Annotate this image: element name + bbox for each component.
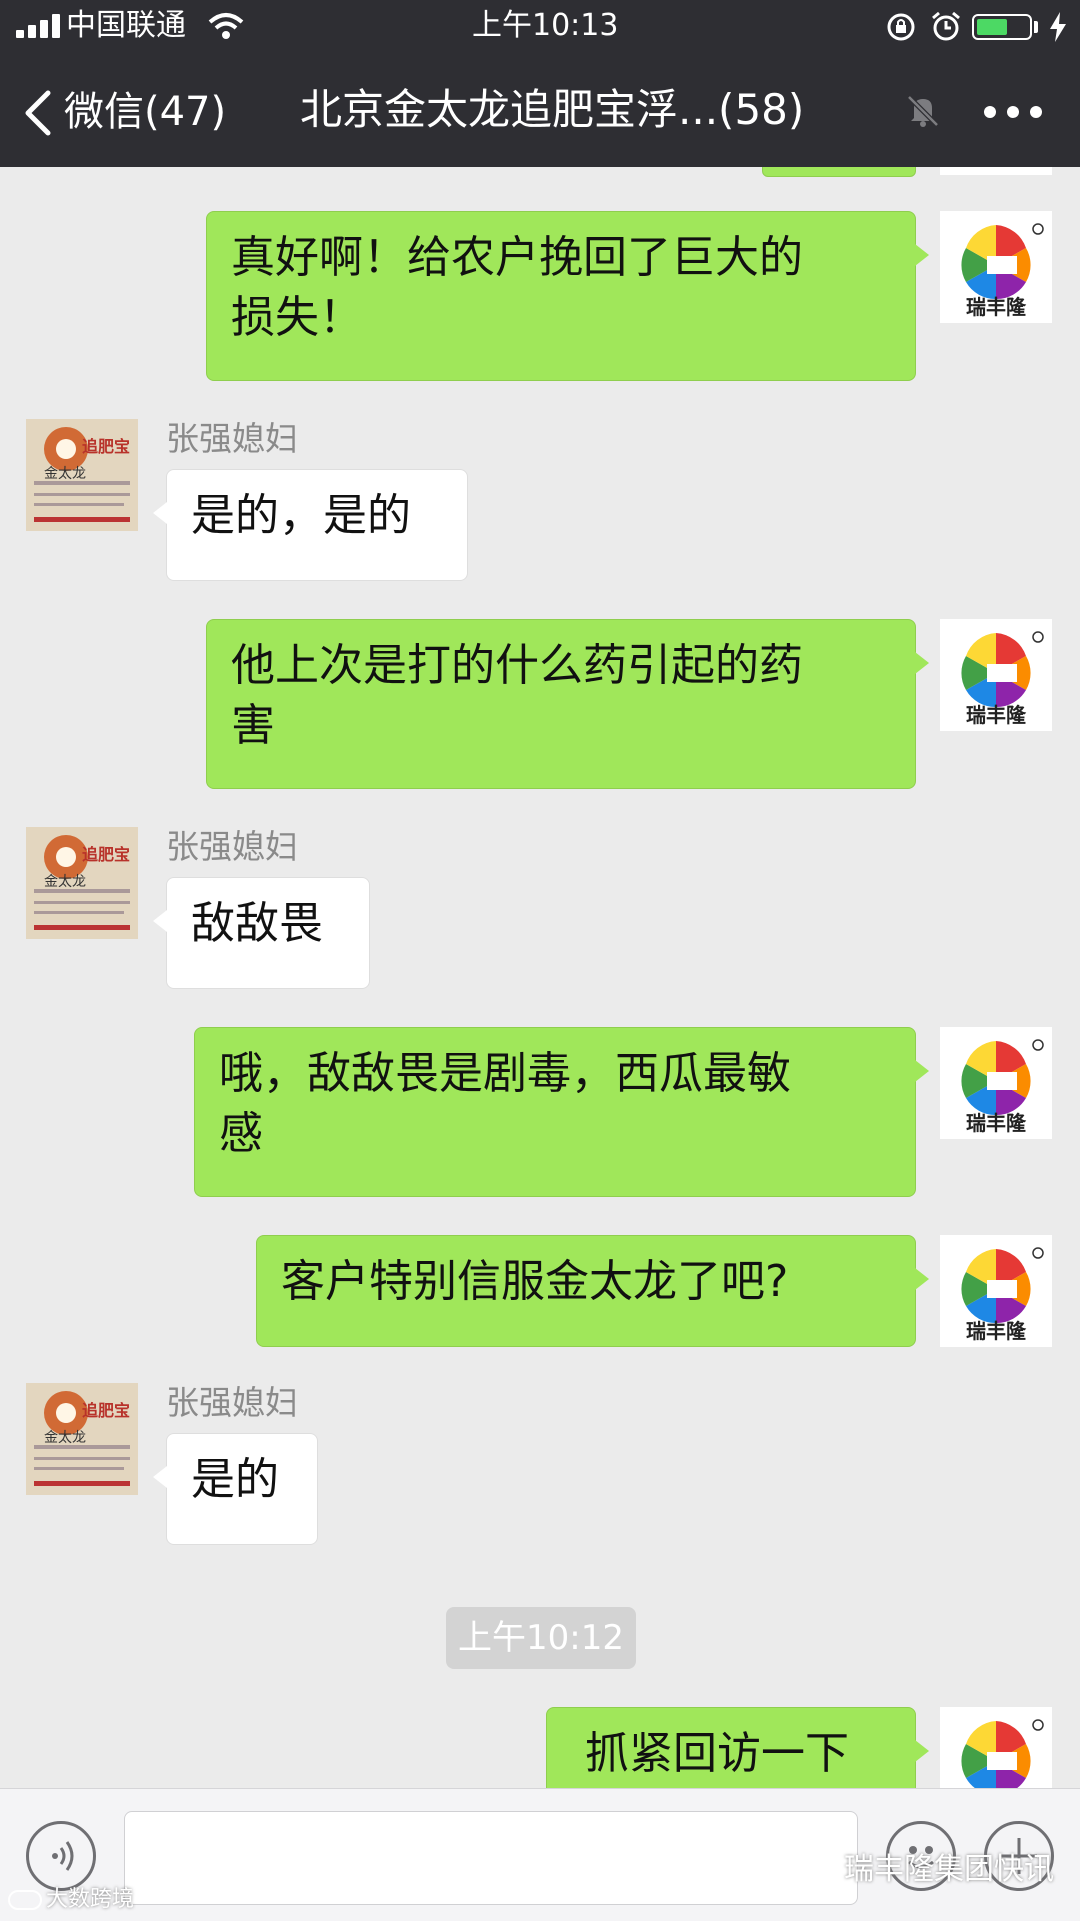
message-bubble-incoming[interactable]: 是的 [153,1433,318,1545]
ruifenglong-logo-icon [961,1719,1044,1788]
more-button[interactable] [980,92,1050,132]
message-bubble-outgoing[interactable]: 客户特别信服金太龙了吧? [256,1235,929,1347]
avatar[interactable]: 瑞丰隆 [940,619,1052,731]
message-text-line: 害 [231,700,275,751]
signal-icon [16,14,60,38]
avatar-brand: 金太龙 [44,1430,86,1446]
avatar-caption: 瑞丰隆 [966,295,1026,319]
message-text: 是的 [191,1454,279,1505]
back-label: 微信(47) [64,89,227,135]
chat-title: 北京金太龙追肥宝浮...(58) [300,85,805,134]
clock: 上午10:13 [472,8,619,43]
voice-icon [52,1841,74,1871]
message-text: 客户特别信服金太龙了吧? [281,1256,789,1307]
avatar[interactable]: 追肥宝 金太龙 [26,419,138,531]
rotation-lock-icon [887,13,915,41]
more-dots-icon [984,106,1042,118]
battery-icon [972,14,1032,40]
message-text: 敌敌畏 [191,898,323,949]
avatar-title: 追肥宝 [82,1401,131,1420]
message-bubble-outgoing[interactable]: 他上次是打的什么药引起的药 害 [206,619,929,789]
message-text-line: 真好啊！给农户挽回了巨大的 [231,232,803,283]
message-text: 是的，是的 [191,490,411,541]
alarm-icon [932,11,960,41]
watermark-logo-icon [8,1890,42,1910]
avatar[interactable]: 瑞丰隆 [940,1235,1052,1347]
avatar[interactable]: 瑞丰隆 [940,1027,1052,1139]
watermark-right: 瑞丰隆集团快讯 [800,1852,1054,1888]
back-button[interactable]: 微信(47) [22,82,226,142]
carrier-label: 中国联通 [66,8,186,43]
avatar-brand: 金太龙 [44,466,86,482]
watermark-left: 大数跨境 [8,1886,134,1914]
message-text-line: 哦，敌敌畏是剧毒，西瓜最敏 [219,1048,791,1099]
avatar-title: 追肥宝 [82,437,131,456]
wifi-icon [208,13,244,39]
partial-message [762,167,916,177]
time-separator: 上午10:12 [446,1607,636,1669]
avatar-caption: 瑞丰隆 [966,1111,1026,1135]
wechat-icon [800,1857,836,1884]
chat-header: 微信(47) 北京金太龙追肥宝浮...(58) [0,52,1080,167]
message-bubble-incoming[interactable]: 是的，是的 [153,469,468,581]
avatar-caption: 瑞丰隆 [966,1319,1026,1343]
watermark-text: 大数跨境 [46,1887,135,1912]
voice-button[interactable] [26,1821,96,1891]
avatar[interactable]: 瑞丰隆 [940,211,1052,323]
mute-bell-icon [907,95,939,127]
message-bubble-incoming[interactable]: 敌敌畏 [153,877,370,989]
avatar[interactable]: 追肥宝 金太龙 [26,1383,138,1495]
sender-name: 张强媳妇 [166,827,298,866]
avatar-title: 追肥宝 [82,845,131,864]
message-text-line: 损失！ [231,292,363,343]
message-bubble-outgoing[interactable]: 哦，敌敌畏是剧毒，西瓜最敏 感 [194,1027,929,1197]
partial-avatar [940,167,1052,175]
avatar-brand: 金太龙 [44,874,86,890]
message-text-line: 他上次是打的什么药引起的药 [231,640,803,691]
chevron-left-icon [25,90,51,136]
message-text: 抓紧回访一下 [585,1728,849,1779]
avatar-caption: 瑞丰隆 [966,703,1026,727]
message-text-line: 感 [219,1108,263,1159]
status-bar: 中国联通 上午10:13 [0,0,1080,52]
message-input[interactable] [124,1811,858,1905]
sender-name: 张强媳妇 [166,419,298,458]
avatar[interactable]: 追肥宝 金太龙 [26,827,138,939]
watermark-text: 瑞丰隆集团快讯 [844,1852,1054,1887]
message-bubble-outgoing[interactable]: 真好啊！给农户挽回了巨大的 损失！ [206,211,929,381]
avatar[interactable]: 瑞丰隆 [940,1707,1052,1788]
sender-name: 张强媳妇 [166,1383,298,1422]
message-list[interactable]: 真好啊！给农户挽回了巨大的 损失！ 瑞丰隆 追肥宝 金太龙 张强媳妇 是的，是的 [0,167,1080,1788]
charging-icon [1050,12,1066,42]
message-bubble-outgoing[interactable]: 抓紧回访一下 [546,1707,929,1788]
